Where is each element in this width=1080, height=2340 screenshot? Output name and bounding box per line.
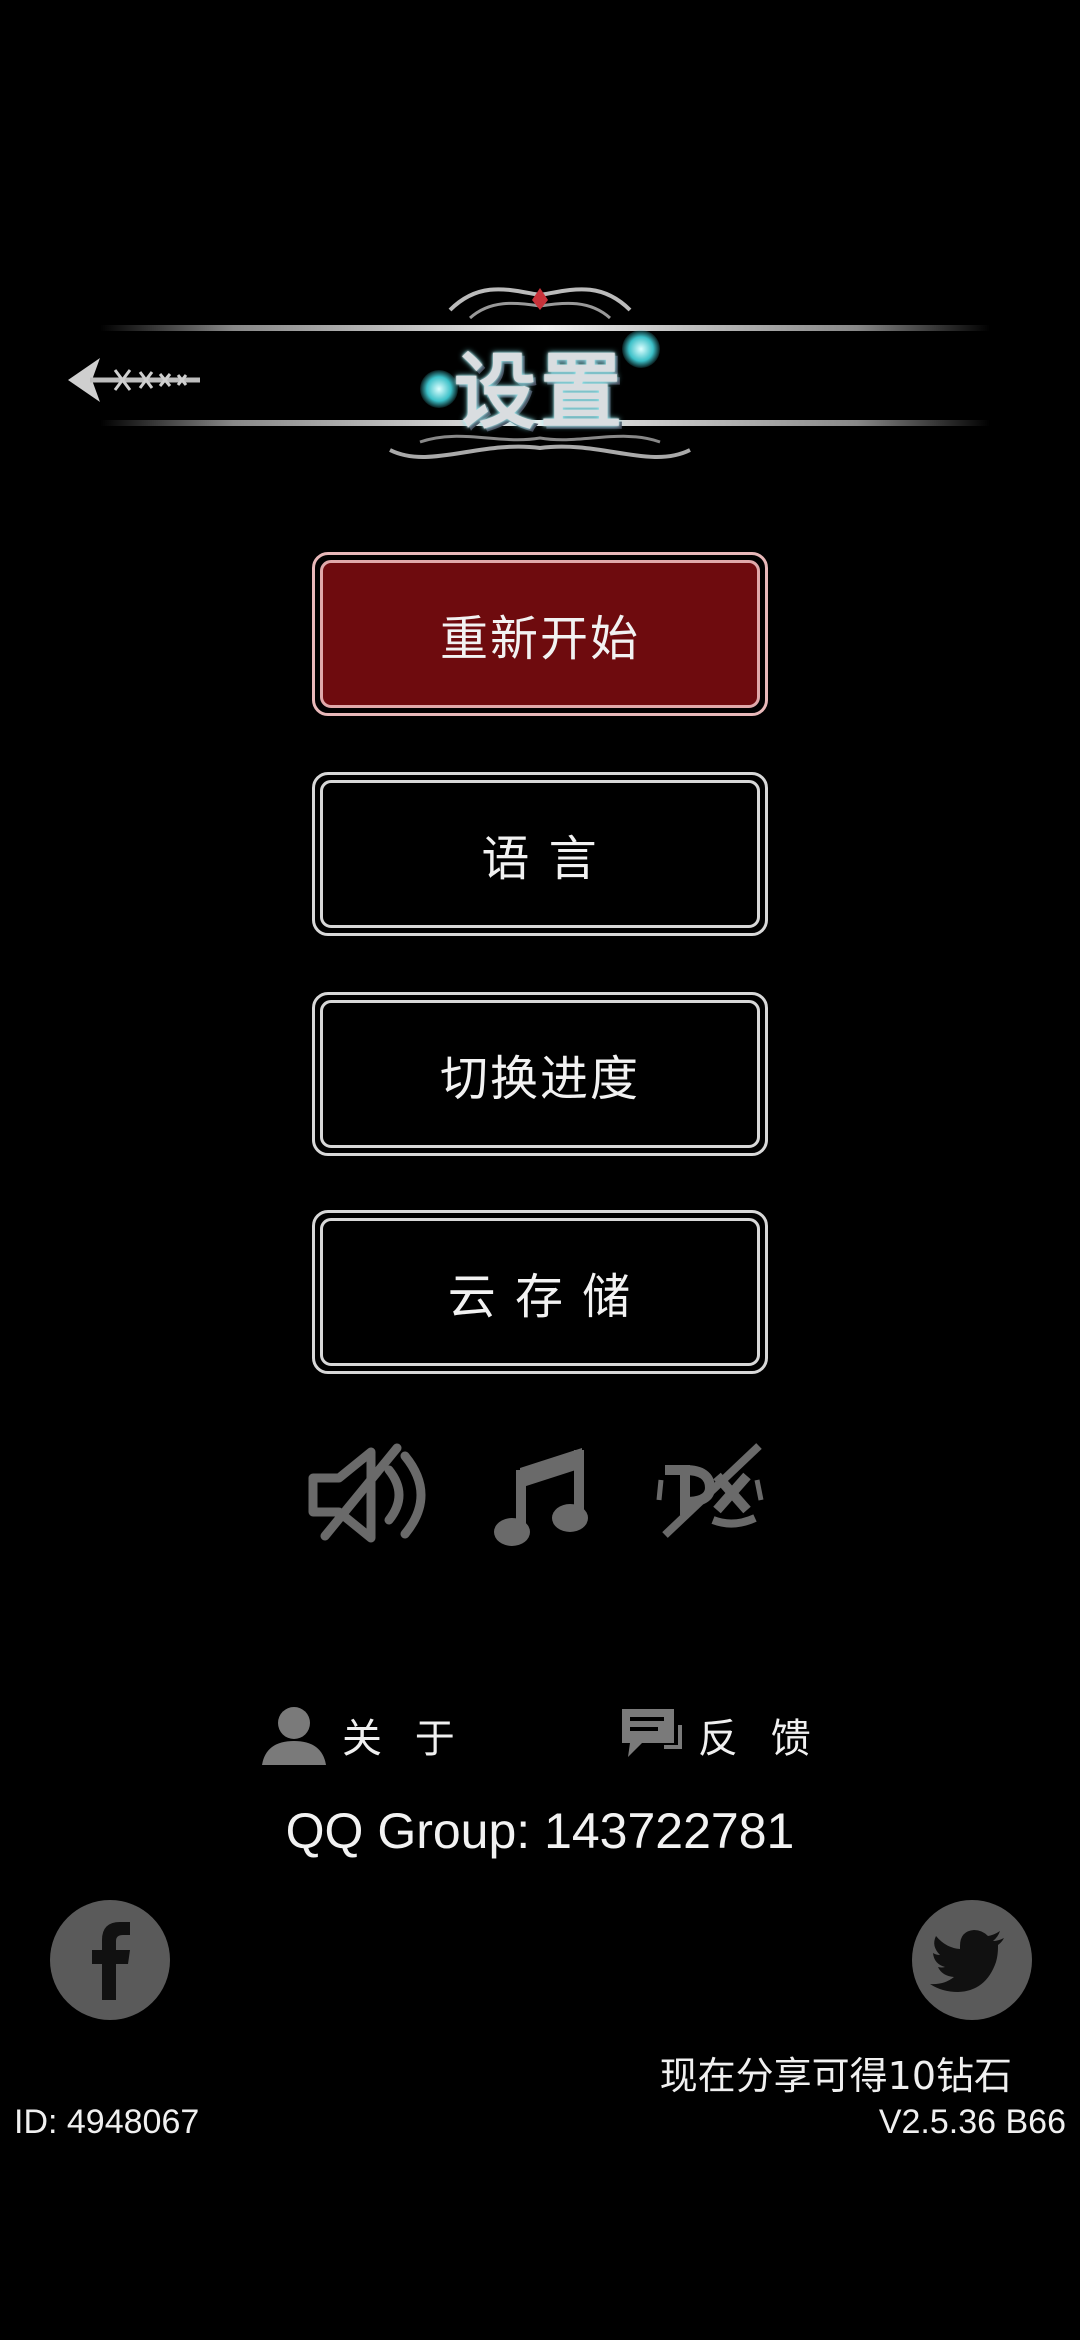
chat-bubble-icon [622, 1709, 682, 1757]
share-reward-text: 现在分享可得10钻石 [659, 2054, 1012, 2098]
about-link[interactable]: 关 于 [258, 1700, 465, 1770]
twitter-icon [930, 1930, 1004, 1992]
page-title: 设置 [453, 344, 626, 440]
speaker-muted-icon [308, 1443, 426, 1543]
vibrate-disabled-icon [656, 1443, 764, 1538]
sound-toggle[interactable] [305, 1440, 437, 1554]
qq-group-text: QQ Group: 143722781 [285, 1803, 795, 1859]
music-toggle[interactable] [490, 1440, 590, 1554]
feedback-link[interactable]: 反 馈 [618, 1700, 821, 1770]
header: 设置 [0, 270, 1080, 490]
facebook-icon [92, 1922, 130, 2000]
user-icon [262, 1707, 326, 1765]
cloud-storage-button-label: 云 存 储 [320, 1218, 760, 1366]
back-button[interactable] [60, 350, 210, 410]
twitter-share-button[interactable] [912, 1900, 1032, 2020]
language-button[interactable]: 语 言 [312, 772, 768, 936]
restart-button[interactable]: 重新开始 [312, 552, 768, 716]
about-label: 关 于 [342, 1716, 465, 1762]
switch-progress-button[interactable]: 切换进度 [312, 992, 768, 1156]
app-version: V2.5.36 B66 [878, 2103, 1066, 2141]
cloud-storage-button[interactable]: 云 存 储 [312, 1210, 768, 1374]
ornate-back-arrow-icon [68, 358, 200, 402]
facebook-share-button[interactable] [50, 1900, 170, 2020]
switch-progress-button-label: 切换进度 [320, 1000, 760, 1148]
user-id: ID: 4948067 [14, 2103, 200, 2141]
feedback-label: 反 馈 [698, 1716, 821, 1762]
language-button-label: 语 言 [320, 780, 760, 928]
vibration-toggle[interactable] [655, 1440, 765, 1544]
music-note-icon [494, 1448, 588, 1546]
restart-button-label: 重新开始 [320, 560, 760, 708]
title-emblem: 设置 [390, 270, 690, 470]
